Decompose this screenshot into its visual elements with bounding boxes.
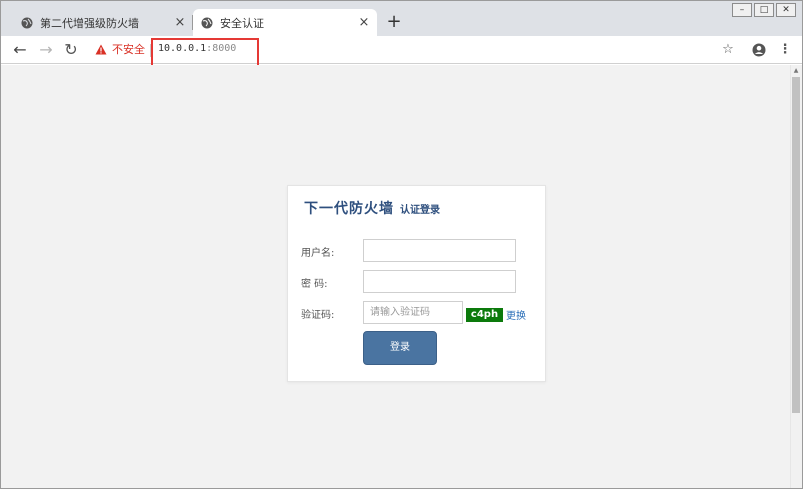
login-header: 下一代防火墙 认证登录 xyxy=(304,198,440,218)
captcha-image[interactable]: c4ph xyxy=(466,308,503,322)
captcha-input[interactable]: 请输入验证码 xyxy=(363,301,463,324)
plus-icon[interactable]: + xyxy=(385,11,403,32)
reload-icon[interactable]: ↻ xyxy=(62,40,80,60)
menu-icon[interactable]: ⋮ xyxy=(776,40,794,60)
globe-icon xyxy=(201,17,213,28)
tab-auth[interactable]: 安全认证 × xyxy=(193,9,377,36)
maximize-icon[interactable]: □ xyxy=(754,3,774,17)
tab-title: 安全认证 xyxy=(220,16,264,30)
close-icon[interactable]: × xyxy=(355,15,373,30)
scrollbar-thumb[interactable] xyxy=(792,77,800,413)
security-label: 不安全 xyxy=(112,43,145,56)
username-input[interactable] xyxy=(363,239,516,262)
login-card: 下一代防火墙 认证登录 用户名: 密 码: 验证码: 请输入验证码 c4ph 更… xyxy=(287,185,546,382)
captcha-label: 验证码: xyxy=(301,310,335,321)
scroll-up-icon[interactable]: ▲ xyxy=(792,67,800,75)
close-icon[interactable]: × xyxy=(171,15,189,30)
account-icon[interactable] xyxy=(750,40,768,64)
tab-title: 第二代增强级防火墙 xyxy=(40,16,139,30)
login-subtitle: 认证登录 xyxy=(400,205,440,216)
globe-icon xyxy=(21,17,33,28)
tab-firewall[interactable]: 第二代增强级防火墙 × xyxy=(13,9,193,36)
password-input[interactable] xyxy=(363,270,516,293)
browser-toolbar: ← → ↻ 不安全 10.0.0.1:8000 ☆ ⋮ xyxy=(1,36,802,64)
security-indicator[interactable]: 不安全 xyxy=(95,41,145,57)
password-label: 密 码: xyxy=(301,279,328,290)
product-title: 下一代防火墙 xyxy=(304,201,394,217)
window-close-icon[interactable]: ✕ xyxy=(776,3,796,17)
star-icon[interactable]: ☆ xyxy=(719,40,737,60)
minimize-icon[interactable]: – xyxy=(732,3,752,17)
refresh-captcha-link[interactable]: 更换 xyxy=(506,307,526,322)
warning-icon xyxy=(95,44,107,54)
forward-icon[interactable]: → xyxy=(37,40,55,60)
tab-strip: 第二代增强级防火墙 × 安全认证 × + – □ ✕ xyxy=(1,1,802,36)
window-controls: – □ ✕ xyxy=(730,3,796,17)
login-button[interactable]: 登录 xyxy=(363,331,437,365)
username-label: 用户名: xyxy=(301,248,335,259)
back-icon[interactable]: ← xyxy=(11,40,29,60)
